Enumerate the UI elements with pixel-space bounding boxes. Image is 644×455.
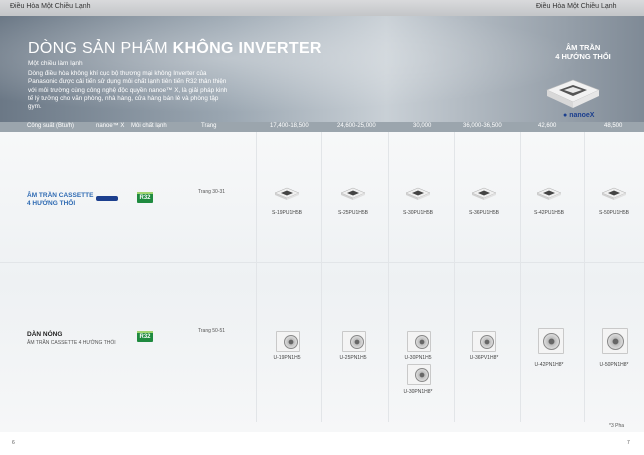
row-divider xyxy=(0,262,644,263)
divider xyxy=(584,132,585,422)
cassette-unit-icon xyxy=(536,187,562,200)
model-label: S-25PU1H5B xyxy=(337,210,368,216)
model-label: S-19PU1H5B xyxy=(271,210,302,216)
col-42600: 42,600 xyxy=(538,123,557,129)
col-30000: 30,000 xyxy=(413,123,432,129)
model-label: U-30PN1H8* xyxy=(403,389,433,395)
divider xyxy=(454,132,455,422)
cassette-unit-icon xyxy=(471,187,497,200)
r32-refrigerant-icon: R32 xyxy=(137,192,153,203)
page-ref: Trang 30-31 xyxy=(198,189,226,195)
cassette-unit-icon xyxy=(340,187,366,200)
model-label: U-19PN1H5 xyxy=(273,355,301,361)
header-right-title: Điều Hòa Một Chiều Lạnh xyxy=(536,3,617,10)
row-label-outdoor: DÀN NÓNG xyxy=(27,331,63,338)
divider xyxy=(388,132,389,422)
col-17400: 17,400-18,500 xyxy=(270,123,309,129)
table-body xyxy=(0,132,644,432)
cassette-unit-icon xyxy=(274,187,300,200)
model-label: U-30PN1H5 xyxy=(404,355,432,361)
col-36000: 36,000-36,500 xyxy=(463,123,502,129)
model-label: S-30PU1H5B xyxy=(402,210,433,216)
model-label: U-36PV1H8* xyxy=(469,355,499,361)
row-sublabel-outdoor: ÂM TRẦN CASSETTE 4 HƯỚNG THỔI xyxy=(27,340,116,346)
r32-refrigerant-icon: R32 xyxy=(137,331,153,342)
outdoor-unit-icon xyxy=(276,331,300,352)
page-number-left: 6 xyxy=(12,440,15,446)
model-label: S-50PU1H5B xyxy=(598,210,629,216)
header-left-title: Điều Hòa Một Chiều Lạnh xyxy=(10,3,91,10)
outdoor-unit-icon xyxy=(407,331,431,352)
divider xyxy=(321,132,322,422)
outdoor-unit-icon xyxy=(342,331,366,352)
col-48500: 48,500 xyxy=(604,123,623,129)
page-subtitle: Một chiều làm lạnh xyxy=(28,60,83,67)
col-nanoe: nanoe™ X xyxy=(96,123,125,129)
cassette-unit-icon xyxy=(601,187,627,200)
row-label-cassette: ÂM TRẦN CASSETTE 4 HƯỚNG THỔI xyxy=(27,192,94,207)
page-title: DÒNG SẢN PHẨM KHÔNG INVERTER xyxy=(28,40,322,57)
outdoor-unit-icon xyxy=(407,364,431,385)
product-description: Dòng điều hòa không khí cục bộ thương mạ… xyxy=(28,70,228,111)
nanoe-x-logo: ● nanoeX xyxy=(563,112,595,119)
page-number-right: 7 xyxy=(627,440,630,446)
nanoe-x-badge-icon xyxy=(96,196,118,201)
outdoor-unit-icon xyxy=(472,331,496,352)
outdoor-unit-icon xyxy=(538,328,564,354)
outdoor-unit-icon xyxy=(602,328,628,354)
model-label: U-50PN1H8* xyxy=(599,362,629,368)
divider xyxy=(520,132,521,422)
model-label: S-42PU1H5B xyxy=(533,210,564,216)
model-label: U-25PN1H5 xyxy=(339,355,367,361)
cassette-unit-hero-image xyxy=(546,79,600,108)
divider xyxy=(256,132,257,422)
product-type-badge: ÂM TRẦN 4 HƯỚNG THỔI xyxy=(555,43,611,61)
footnote: *3 Pha xyxy=(609,423,625,429)
model-label: U-42PN1H8* xyxy=(534,362,564,368)
cassette-unit-icon xyxy=(405,187,431,200)
model-label: S-36PU1H5B xyxy=(468,210,499,216)
col-24600: 24,600-25,000 xyxy=(337,123,376,129)
table-header-row: Công suất (Btu/h) nanoe™ X Môi chất lạnh… xyxy=(0,122,644,132)
col-capacity: Công suất (Btu/h) xyxy=(27,123,75,129)
top-bar: Điều Hòa Một Chiều Lạnh Điều Hòa Một Chi… xyxy=(0,0,644,16)
col-page: Trang xyxy=(201,123,217,129)
page-ref: Trang 50-51 xyxy=(198,328,226,334)
col-refrigerant: Môi chất lạnh xyxy=(131,123,167,129)
